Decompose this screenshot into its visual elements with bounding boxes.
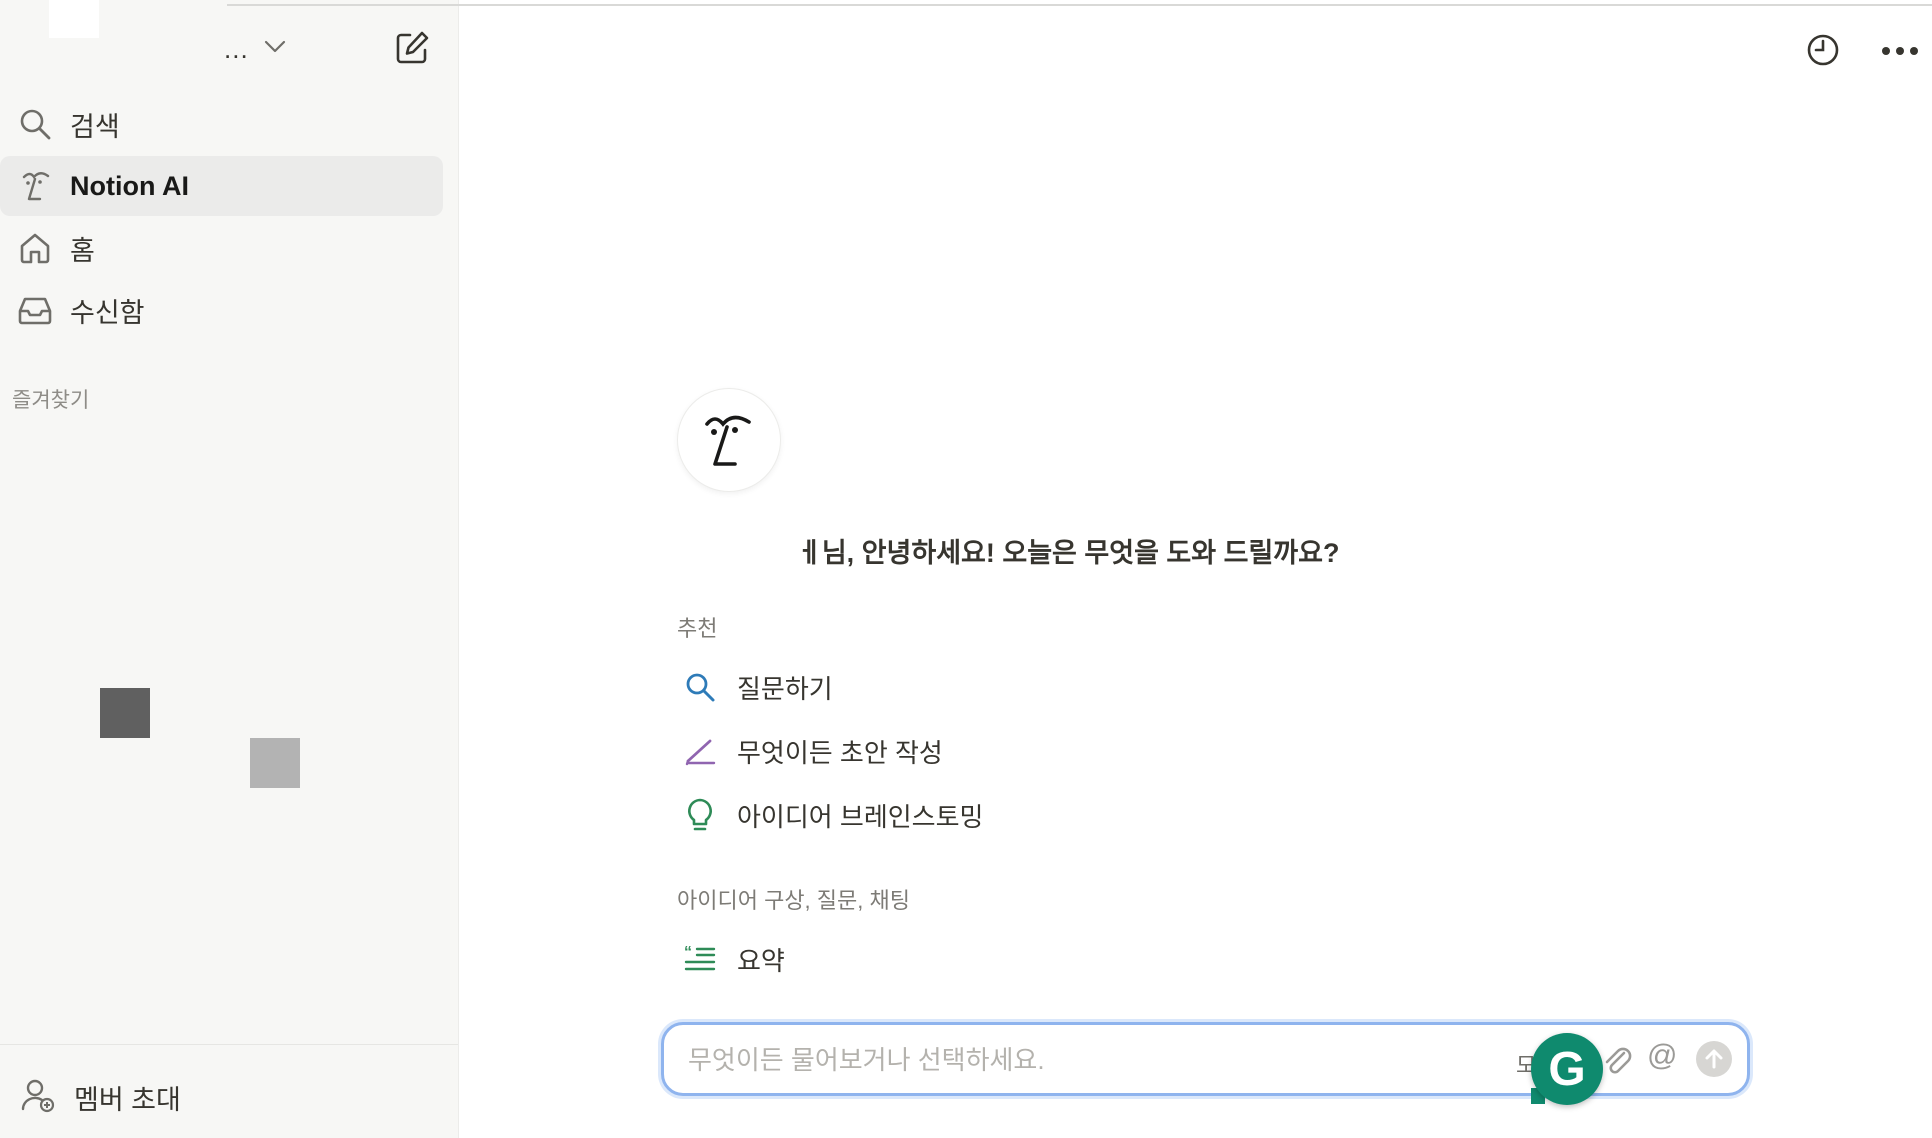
sidebar: ... 검색 Notion AI 홈 수신함 즐겨찾기 멤버 초대: [0, 0, 459, 1138]
ai-prompt-input[interactable]: [686, 1039, 1490, 1081]
pencil-icon: [677, 728, 723, 774]
top-border: [227, 4, 1932, 6]
sidebar-item-label: 홈: [70, 235, 95, 266]
suggestion-summarize[interactable]: “ 요약: [677, 931, 785, 987]
notion-ai-logo: [677, 388, 781, 492]
notion-ai-face-icon: [705, 415, 751, 466]
suggestion-label: 아이디어 브레인스토밍: [737, 801, 984, 832]
sidebar-item-notion-ai[interactable]: Notion AI: [0, 156, 443, 216]
attachment-icon[interactable]: [1602, 1043, 1632, 1082]
divider: [0, 1044, 458, 1045]
search-icon: [16, 105, 54, 143]
home-icon: [16, 229, 54, 267]
suggestion-label: 질문하기: [737, 673, 833, 704]
recommended-title: 추천: [677, 616, 718, 641]
suggestion-ask-question[interactable]: 질문하기: [677, 659, 833, 715]
svg-text:“: “: [684, 944, 692, 961]
sidebar-item-inbox[interactable]: 수신함: [0, 280, 443, 340]
suggestion-label: 무엇이든 초안 작성: [737, 737, 943, 768]
invite-members-label: 멤버 초대: [74, 1085, 181, 1115]
workspace-name[interactable]: ...: [224, 34, 249, 65]
sidebar-item-label: 검색: [70, 111, 120, 142]
notion-ai-face-icon: [16, 167, 54, 205]
mention-icon[interactable]: @: [1647, 1039, 1677, 1073]
sidebar-item-label: 수신함: [70, 297, 145, 328]
more-options-icon[interactable]: [1880, 44, 1920, 62]
inbox-icon: [16, 291, 54, 329]
suggestion-draft-anything[interactable]: 무엇이든 초안 작성: [677, 723, 943, 779]
search-icon: [677, 664, 723, 710]
sidebar-item-label: Notion AI: [70, 170, 189, 201]
redacted-block: [250, 738, 300, 788]
invite-members-button[interactable]: 멤버 초대: [20, 1077, 181, 1118]
add-user-icon: [20, 1077, 56, 1118]
workspace-avatar[interactable]: [49, 0, 99, 38]
grammarly-button[interactable]: G: [1531, 1033, 1603, 1105]
sidebar-item-search[interactable]: 검색: [0, 94, 443, 154]
new-page-icon[interactable]: [394, 30, 430, 71]
greeting-text: ㅔ님, 안녕하세요! 오늘은 무엇을 도와 드릴까요?: [797, 538, 1340, 568]
sidebar-item-home[interactable]: 홈: [0, 218, 443, 278]
send-button[interactable]: [1696, 1041, 1732, 1077]
grammarly-icon: G: [1548, 1042, 1586, 1096]
quote-lines-icon: “: [677, 936, 723, 982]
suggestion-brainstorm-ideas[interactable]: 아이디어 브레인스토밍: [677, 787, 983, 843]
history-icon[interactable]: [1805, 32, 1841, 73]
lightbulb-icon: [677, 792, 723, 838]
chevron-down-icon[interactable]: [264, 40, 286, 59]
arrow-up-icon: [1705, 1049, 1723, 1069]
suggestion-label: 요약: [737, 945, 785, 976]
favorites-title: 즐겨찾기: [12, 389, 90, 412]
section-title-ideation: 아이디어 구상, 질문, 채팅: [677, 888, 910, 913]
redacted-block: [100, 688, 150, 738]
